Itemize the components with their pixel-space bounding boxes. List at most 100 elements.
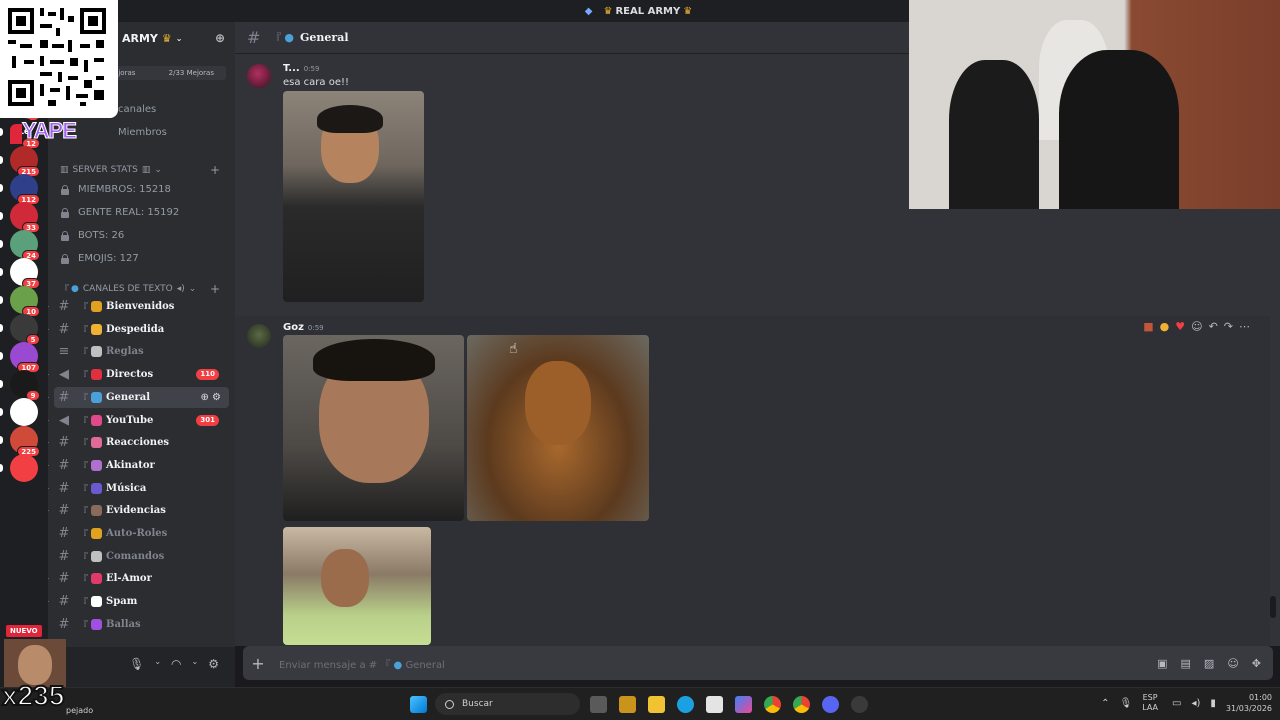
chevron-down-icon[interactable]: ⌄ <box>154 657 161 671</box>
message-author[interactable]: Goz 0:59 <box>283 322 324 333</box>
file-explorer-icon[interactable] <box>648 696 665 713</box>
gear-icon[interactable]: ⚙ <box>212 392 221 403</box>
reaction-emoji-icon[interactable]: ● <box>1160 320 1170 333</box>
browse-channels-link[interactable]: canales <box>118 104 156 115</box>
taskbar-search[interactable]: Buscar <box>435 693 580 715</box>
channel-evidencias[interactable]: ▸ # 『 Evidencias <box>48 500 229 521</box>
message[interactable]: Goz 0:59 ■ ● ♥ ☺ ↶ ↷ ⋯ ☝ <box>235 316 1270 646</box>
attachment-image[interactable] <box>467 335 649 521</box>
battery-icon[interactable]: ▮ <box>1210 698 1216 709</box>
gif-icon[interactable]: ▤ <box>1181 657 1191 670</box>
bracket-deco: 『 <box>78 393 88 405</box>
channel-reacciones[interactable]: ▸ # 『 Reacciones <box>48 432 229 453</box>
server-icon[interactable]: 24 <box>0 230 40 261</box>
chevron-down-icon[interactable]: ⌄ <box>192 657 199 671</box>
channel-directos[interactable]: ▸ ◀ 『 Directos 110 <box>48 364 229 385</box>
copilot-icon[interactable] <box>735 696 752 713</box>
forward-icon[interactable]: ↷ <box>1224 320 1233 333</box>
windows-start-icon[interactable] <box>410 696 427 713</box>
server-icon[interactable]: 112 <box>0 174 40 205</box>
stat-channel[interactable]: EMOJIS: 127 <box>60 253 139 264</box>
server-icon[interactable]: 225 <box>0 426 40 457</box>
hash-icon: # <box>58 616 70 632</box>
volume-icon[interactable]: ◂) <box>1191 698 1200 709</box>
stat-channel[interactable]: GENTE REAL: 15192 <box>60 207 179 218</box>
reply-icon[interactable]: ↶ <box>1209 320 1218 333</box>
reaction-emoji-icon[interactable]: ■ <box>1143 320 1153 333</box>
chrome-icon[interactable] <box>793 696 810 713</box>
channel-ballas[interactable]: # 『 Ballas <box>54 614 229 635</box>
discord-icon[interactable] <box>822 696 839 713</box>
server-icon[interactable]: 5 <box>0 314 40 345</box>
add-channel-icon[interactable]: + <box>210 163 220 177</box>
weather-widget[interactable]: pejado <box>66 706 93 715</box>
message-composer[interactable]: + Enviar mensaje a # 『 ● General ▣ ▤ ▨ ☺… <box>243 646 1273 680</box>
attachment-image[interactable] <box>283 527 431 645</box>
channel-el-amor[interactable]: ▸ # 『 El-Amor <box>48 568 229 589</box>
server-icon[interactable]: 215 <box>0 146 40 177</box>
gear-icon[interactable]: ⚙ <box>208 657 219 671</box>
server-icon[interactable]: 37 <box>0 258 40 289</box>
avatar[interactable] <box>247 64 271 88</box>
add-person-icon[interactable]: ⊕ <box>215 31 225 45</box>
task-view-icon[interactable] <box>590 696 607 713</box>
invite-icon[interactable]: ⊕ <box>200 392 212 403</box>
add-attachment-icon[interactable]: + <box>243 654 273 673</box>
expand-icon: ▸ <box>48 394 54 401</box>
attachment-image[interactable] <box>283 91 424 302</box>
channel-general[interactable]: ▸ # 『 General ⊕ ⚙ <box>48 386 229 408</box>
avatar[interactable] <box>247 324 271 348</box>
scrollbar[interactable] <box>1270 596 1276 618</box>
headphones-icon[interactable]: ◠ <box>171 657 181 671</box>
gift-icon[interactable]: ▣ <box>1157 657 1167 670</box>
server-icon[interactable] <box>0 398 38 426</box>
server-icon[interactable]: 33 <box>0 202 40 233</box>
language-indicator[interactable]: ESP LAA <box>1142 693 1158 713</box>
unread-indicator <box>0 380 3 388</box>
channel-auto-roles[interactable]: # 『 Auto-Roles <box>54 523 229 544</box>
category-text-channels[interactable]: 『 ● CANALES DE TEXTO ◂) ⌄ + <box>60 282 230 296</box>
channel-akinator[interactable]: ▸ # 『 Akinator <box>48 455 229 476</box>
obs-icon[interactable] <box>851 696 868 713</box>
store-icon[interactable] <box>706 696 723 713</box>
channel-comandos[interactable]: # 『 Comandos <box>54 546 229 567</box>
emoji-icon[interactable]: ☺ <box>1227 657 1238 670</box>
add-channel-icon[interactable]: + <box>210 282 220 296</box>
chrome-icon[interactable] <box>764 696 781 713</box>
channel-reglas[interactable]: ≡ 『 Reglas <box>54 341 229 362</box>
server-icon[interactable]: 9 <box>0 370 40 401</box>
channel-bienvenidos[interactable]: ▸ # 『 Bienvenidos <box>48 296 229 317</box>
lock-icon <box>60 207 70 218</box>
edge-icon[interactable] <box>677 696 694 713</box>
qr-code-icon <box>8 8 106 106</box>
lock-icon <box>60 253 70 264</box>
microphone-icon[interactable]: 🎙 <box>1119 698 1132 709</box>
clock[interactable]: 01:00 31/03/2026 <box>1226 692 1272 714</box>
new-badge: NUEVO <box>6 625 42 637</box>
stat-channel[interactable]: MIEMBROS: 15218 <box>60 184 171 195</box>
add-reaction-icon[interactable]: ☺ <box>1191 320 1202 333</box>
channel-spam[interactable]: ▸ # 『 Spam <box>48 591 229 612</box>
microphone-icon[interactable]: 🎙 <box>129 657 144 671</box>
chevron-up-icon[interactable]: ⌃ <box>1101 698 1109 709</box>
app-icon[interactable] <box>619 696 636 713</box>
channel-despedida[interactable]: ▸ # 『 Despedida <box>48 319 229 340</box>
server-icon[interactable] <box>0 454 38 482</box>
heart-icon[interactable]: ♥ <box>1175 320 1185 333</box>
apps-icon[interactable]: ✥ <box>1252 657 1261 670</box>
server-icon[interactable]: 10 <box>0 286 40 317</box>
channel-youtube[interactable]: ▸ ◀ 『 YouTube 301 <box>48 410 229 431</box>
channel-label: Música <box>106 482 147 494</box>
server-icon[interactable]: 107 <box>0 342 40 373</box>
attachment-image[interactable] <box>283 335 464 521</box>
more-icon[interactable]: ⋯ <box>1239 320 1250 333</box>
channel-emoji-icon <box>91 618 102 630</box>
monitor-icon[interactable]: ▭ <box>1172 698 1181 709</box>
stat-channel[interactable]: BOTS: 26 <box>60 230 124 241</box>
message-author[interactable]: T... 0:59 <box>283 63 319 74</box>
person-shape <box>1059 50 1179 209</box>
members-link[interactable]: Miembros <box>118 127 167 138</box>
sticker-icon[interactable]: ▨ <box>1204 657 1214 670</box>
category-server-stats[interactable]: ▥ SERVER STATS ▥ ⌄ + <box>60 163 230 177</box>
channel-música[interactable]: ▸ # 『 Música <box>48 478 229 499</box>
